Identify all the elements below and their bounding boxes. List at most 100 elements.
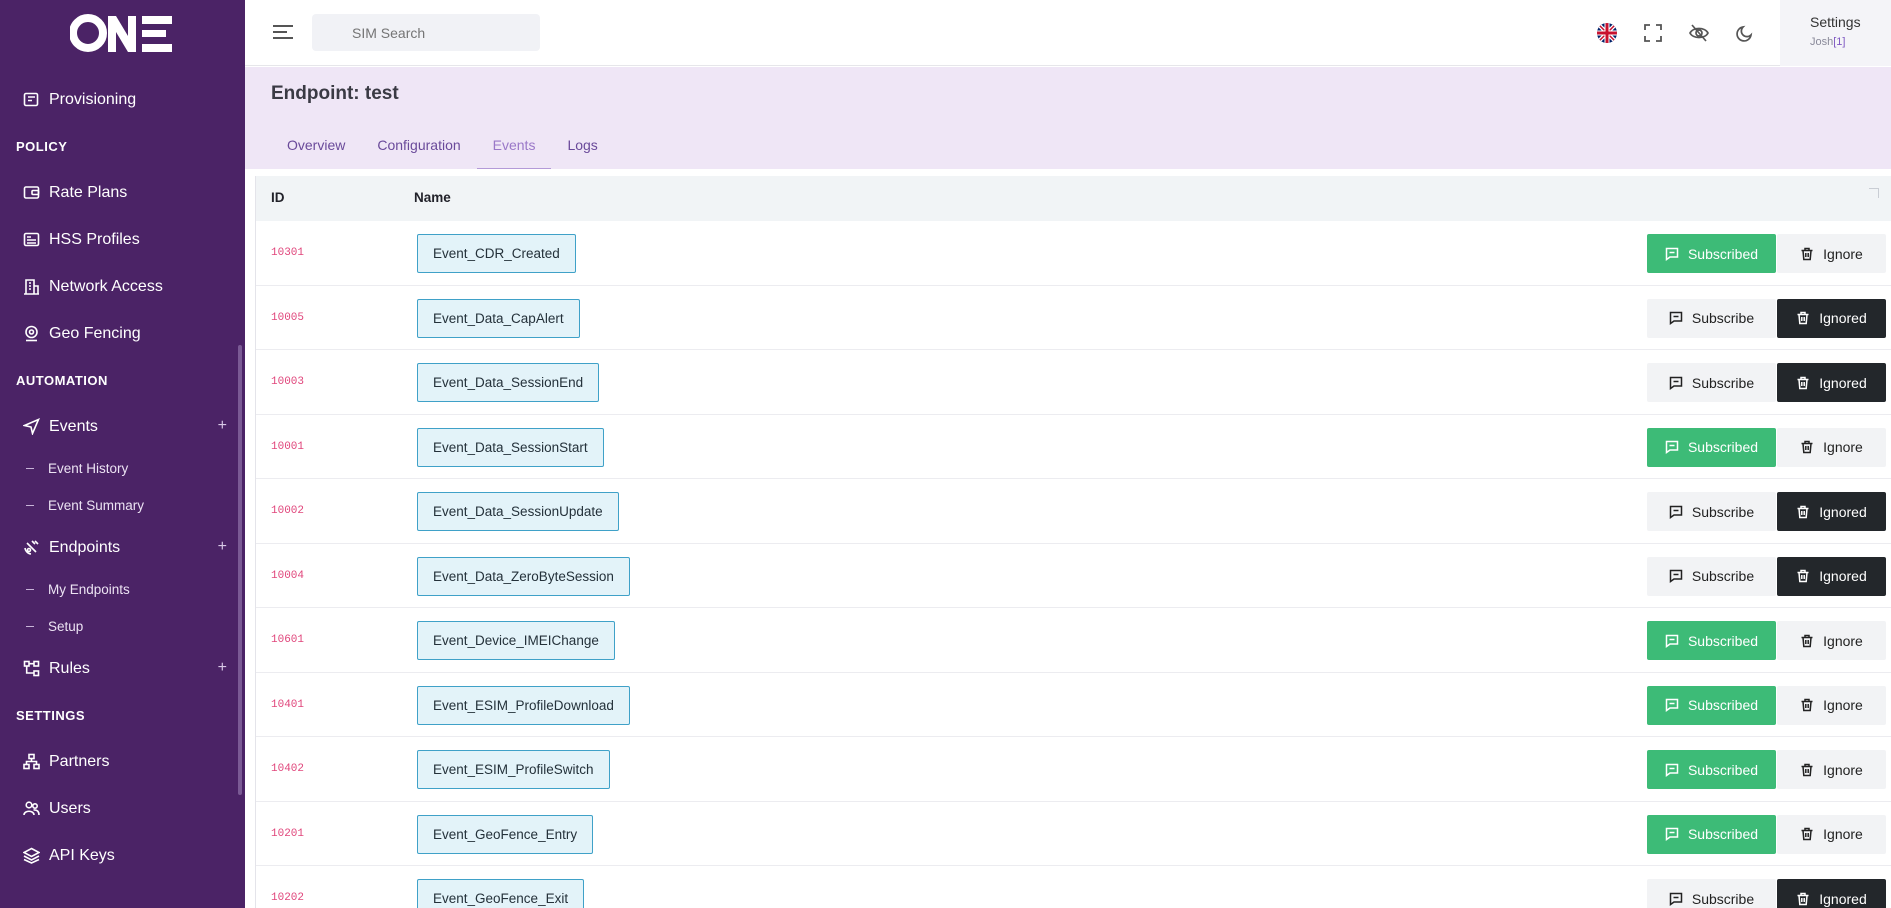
sidebar-item-label: Network Access: [49, 277, 163, 295]
subscribe-button[interactable]: Subscribed: [1647, 621, 1776, 660]
subscribe-button[interactable]: Subscribe: [1647, 556, 1776, 596]
fullscreen-icon[interactable]: [1641, 21, 1665, 45]
ignore-button[interactable]: Ignore: [1777, 814, 1886, 854]
tab-logs[interactable]: Logs: [551, 135, 613, 169]
tab-configuration[interactable]: Configuration: [361, 135, 476, 169]
expand-icon[interactable]: +: [218, 659, 227, 677]
ignore-button[interactable]: Ignore: [1777, 234, 1886, 273]
table-row: 10003 Event_Data_SessionEnd Subscribe Ignor…: [256, 350, 1891, 415]
subscribe-button-label: Subscribed: [1687, 632, 1759, 649]
subscribe-button-label: Subscribed: [1687, 826, 1759, 842]
event-name-chip[interactable]: Event_GeoFence_Exit: [417, 879, 585, 908]
subscribe-button[interactable]: Subscribed: [1647, 234, 1776, 273]
page-header: Endpoint: test Overview Configuration Even…: [245, 67, 1891, 169]
ignore-button[interactable]: Ignored: [1777, 298, 1886, 338]
hierarchy-icon: [22, 753, 40, 771]
sidebar-item-network-access[interactable]: Network Access: [0, 263, 245, 310]
sidebar-subitem-event-summary[interactable]: Event Summary: [0, 487, 245, 524]
dash-icon: [26, 589, 34, 590]
table-row: 10004 Event_Data_ZeroByteSession Subscribe…: [256, 544, 1891, 608]
event-name-chip[interactable]: Event_Device_IMEIChange: [417, 621, 615, 660]
event-name-chip[interactable]: Event_Data_CapAlert: [417, 298, 580, 338]
table-body: 10301 Event_CDR_Created Subscribed Ignore 10…: [256, 221, 1891, 908]
sidebar-item-hss-profiles[interactable]: HSS Profiles: [0, 216, 245, 263]
sidebar-subitem-label: My Endpoints: [48, 582, 130, 597]
expand-icon[interactable]: +: [218, 538, 227, 556]
subscribe-button-label: Subscribe: [1691, 890, 1755, 907]
subscribe-button[interactable]: Subscribed: [1647, 427, 1776, 467]
satellite-icon: [22, 539, 40, 557]
tab-events[interactable]: Events: [476, 135, 552, 169]
sidebar-subitem-my-endpoints[interactable]: My Endpoints: [0, 571, 245, 608]
subscribe-button-label: Subscribe: [1691, 503, 1755, 520]
brand-logo[interactable]: [70, 12, 174, 54]
table-row: 10401 Event_ESIM_ProfileDownload Subscribe…: [256, 673, 1891, 737]
sidebar-subitem-setup[interactable]: Setup: [0, 608, 245, 645]
sidebar-item-label: Endpoints: [49, 538, 121, 556]
subscribe-button[interactable]: Subscribe: [1647, 363, 1776, 402]
sidebar-item-events[interactable]: Events +: [0, 403, 245, 450]
sidebar-item-geo-fencing[interactable]: Geo Fencing: [0, 310, 245, 357]
user-name: Josh: [1810, 36, 1834, 48]
event-name-chip[interactable]: Event_Data_SessionUpdate: [417, 492, 619, 531]
sidebar-item-provisioning[interactable]: Provisioning: [0, 76, 245, 123]
subscribe-button-label: Subscribed: [1687, 761, 1759, 778]
sim-search-input[interactable]: [312, 14, 540, 51]
subscribe-button-label: Subscribed: [1687, 439, 1759, 455]
sidebar-item-partners[interactable]: Partners: [0, 738, 245, 785]
ignore-button[interactable]: Ignored: [1777, 879, 1886, 908]
moon-icon[interactable]: [1733, 21, 1757, 45]
event-name-chip[interactable]: Event_Data_ZeroByteSession: [417, 556, 630, 596]
ignore-button-label: Ignored: [1819, 890, 1867, 907]
list-card-icon: [22, 231, 40, 249]
trash-icon: [1796, 505, 1810, 519]
event-id: 10601: [271, 634, 305, 646]
sidebar: Provisioning POLICY Rate Plans HSS Profiles…: [0, 0, 245, 908]
ignore-button-label: Ignored: [1819, 503, 1867, 520]
users-icon: [22, 800, 40, 818]
message-icon: [1669, 505, 1683, 519]
trash-icon: [1800, 440, 1814, 454]
ignore-button[interactable]: Ignore: [1777, 427, 1886, 467]
eye-off-icon[interactable]: [1687, 21, 1711, 45]
ignore-button[interactable]: Ignore: [1777, 685, 1886, 725]
sidebar-scrollbar[interactable]: [238, 345, 242, 795]
menu-toggle-icon[interactable]: [273, 24, 293, 40]
event-name-chip[interactable]: Event_GeoFence_Entry: [417, 814, 594, 854]
ignore-button[interactable]: Ignored: [1777, 492, 1886, 531]
building-icon: [22, 278, 40, 296]
ignore-button[interactable]: Ignore: [1777, 750, 1886, 789]
subscribe-button[interactable]: Subscribed: [1647, 814, 1776, 854]
table-row: 10201 Event_GeoFence_Entry Subscribed Ignor…: [256, 802, 1891, 866]
events-table: ID Name 10301 Event_CDR_Created Subscribed…: [255, 176, 1891, 908]
ignore-button[interactable]: Ignored: [1777, 556, 1886, 596]
subscribe-button[interactable]: Subscribe: [1647, 879, 1776, 908]
subscribe-button[interactable]: Subscribe: [1647, 492, 1776, 531]
page-title: Endpoint: test: [271, 83, 399, 104]
event-name-chip[interactable]: Event_ESIM_ProfileDownload: [417, 685, 630, 725]
sidebar-item-rules[interactable]: Rules +: [0, 645, 245, 692]
subscribe-button[interactable]: Subscribe: [1647, 298, 1776, 338]
ignore-button[interactable]: Ignored: [1777, 363, 1886, 402]
uk-flag-icon[interactable]: [1595, 21, 1619, 45]
tab-overview[interactable]: Overview: [271, 135, 361, 169]
sidebar-item-label: HSS Profiles: [49, 230, 140, 248]
column-header-name: Name: [414, 190, 451, 205]
sidebar-item-endpoints[interactable]: Endpoints +: [0, 524, 245, 571]
sidebar-nav: Provisioning POLICY Rate Plans HSS Profiles…: [0, 76, 245, 879]
sidebar-subitem-event-history[interactable]: Event History: [0, 450, 245, 487]
event-name-chip[interactable]: Event_Data_SessionEnd: [417, 363, 600, 402]
sidebar-item-users[interactable]: Users: [0, 785, 245, 832]
event-name-chip[interactable]: Event_CDR_Created: [417, 234, 576, 273]
sidebar-item-rate-plans[interactable]: Rate Plans: [0, 169, 245, 216]
sidebar-item-api-keys[interactable]: API Keys: [0, 832, 245, 879]
subscribe-button[interactable]: Subscribed: [1647, 750, 1776, 789]
ignore-button[interactable]: Ignore: [1777, 621, 1886, 660]
expand-icon[interactable]: +: [218, 417, 227, 435]
event-name-chip[interactable]: Event_ESIM_ProfileSwitch: [417, 750, 610, 789]
event-name-chip[interactable]: Event_Data_SessionStart: [417, 427, 604, 467]
event-id: 10005: [271, 311, 305, 324]
ignore-button-label: Ignore: [1823, 632, 1863, 649]
subscribe-button[interactable]: Subscribed: [1647, 685, 1776, 725]
settings-menu[interactable]: Settings Josh[1]: [1780, 0, 1891, 66]
